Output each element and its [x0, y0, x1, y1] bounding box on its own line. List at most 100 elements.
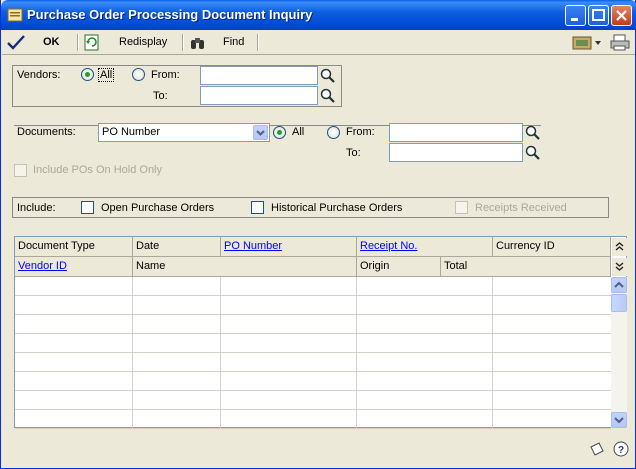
table-cell[interactable]	[133, 391, 221, 410]
vendors-from-lookup-icon[interactable]	[319, 67, 336, 84]
table-cell[interactable]	[15, 334, 133, 353]
table-cell[interactable]	[133, 315, 221, 334]
documents-to-field[interactable]	[389, 143, 523, 162]
table-cell[interactable]	[357, 296, 493, 315]
table-cell[interactable]	[15, 353, 133, 372]
double-chevron-down-icon	[615, 262, 624, 271]
table-cell[interactable]	[15, 391, 133, 410]
toolbar: OK Redisplay Find	[2, 30, 635, 55]
historical-pos-checkbox[interactable]	[251, 201, 264, 214]
table-cell[interactable]	[221, 410, 357, 429]
table-cell[interactable]	[357, 353, 493, 372]
vendors-from-label[interactable]: From:	[151, 69, 180, 81]
documents-all-label[interactable]: All	[292, 126, 304, 138]
minimize-button[interactable]	[565, 5, 586, 26]
table-cell[interactable]	[221, 353, 357, 372]
table-row[interactable]	[15, 277, 611, 296]
printer-icon	[610, 34, 630, 51]
table-cell[interactable]	[15, 296, 133, 315]
table-cell[interactable]	[357, 410, 493, 429]
find-button[interactable]: Find	[189, 34, 244, 51]
table-cell[interactable]	[221, 391, 357, 410]
table-cell[interactable]	[357, 372, 493, 391]
documents-type-select[interactable]: PO Number	[98, 123, 270, 142]
documents-to-lookup-icon[interactable]	[524, 144, 541, 161]
table-cell[interactable]	[133, 353, 221, 372]
expand-rows-button[interactable]	[612, 258, 627, 276]
column-header-receipt-no[interactable]: Receipt No.	[357, 237, 493, 257]
table-row[interactable]	[15, 315, 611, 334]
redisplay-button[interactable]: Redisplay	[84, 34, 167, 51]
table-cell[interactable]	[221, 277, 357, 296]
vendors-all-label[interactable]: All	[98, 68, 115, 82]
documents-to-label: To:	[346, 147, 361, 159]
table-cell[interactable]	[133, 277, 221, 296]
vendors-to-field[interactable]	[200, 86, 318, 105]
table-cell[interactable]	[221, 372, 357, 391]
documents-from-field[interactable]	[389, 123, 523, 142]
table-row[interactable]	[15, 334, 611, 353]
table-cell[interactable]	[221, 296, 357, 315]
table-cell[interactable]	[221, 315, 357, 334]
column-header-total[interactable]: Total	[441, 257, 611, 277]
window-title: Purchase Order Processing Document Inqui…	[27, 7, 313, 22]
table-cell[interactable]	[357, 334, 493, 353]
chevron-down-icon[interactable]	[253, 125, 268, 140]
table-cell[interactable]	[357, 391, 493, 410]
scroll-down-button[interactable]	[611, 412, 627, 428]
table-row[interactable]	[15, 296, 611, 315]
column-header-vendor-id[interactable]: Vendor ID	[15, 257, 133, 277]
title-bar[interactable]: Purchase Order Processing Document Inqui…	[1, 0, 636, 30]
include-label: Include:	[17, 202, 56, 214]
vendors-from-field[interactable]	[200, 66, 318, 85]
collapse-rows-button[interactable]	[612, 238, 627, 256]
column-header-origin[interactable]: Origin	[357, 257, 441, 277]
help-icon[interactable]: ?	[613, 441, 629, 457]
documents-from-label[interactable]: From:	[346, 126, 375, 138]
documents-from-radio[interactable]	[327, 126, 340, 139]
table-cell[interactable]	[15, 372, 133, 391]
ok-button[interactable]: OK	[6, 34, 60, 51]
column-header-date[interactable]: Date	[133, 237, 221, 257]
table-row[interactable]	[15, 410, 611, 429]
column-header-document-type[interactable]: Document Type	[15, 237, 133, 257]
table-cell[interactable]	[15, 410, 133, 429]
table-cell[interactable]	[357, 277, 493, 296]
table-cell[interactable]	[15, 315, 133, 334]
table-row[interactable]	[15, 372, 611, 391]
table-cell[interactable]	[133, 410, 221, 429]
note-icon[interactable]	[589, 441, 605, 457]
maximize-button[interactable]	[588, 5, 609, 26]
vendors-all-radio[interactable]	[81, 68, 94, 81]
table-row[interactable]	[15, 391, 611, 410]
go-to-button[interactable]	[572, 34, 602, 51]
table-cell[interactable]	[15, 277, 133, 296]
scroll-up-button[interactable]	[611, 277, 627, 293]
vendors-from-radio[interactable]	[132, 68, 145, 81]
table-cell[interactable]	[133, 372, 221, 391]
historical-pos-label[interactable]: Historical Purchase Orders	[271, 202, 402, 214]
vendors-to-lookup-icon[interactable]	[319, 87, 336, 104]
scroll-thumb[interactable]	[611, 294, 627, 312]
table-cell[interactable]	[357, 315, 493, 334]
app-icon	[7, 8, 23, 22]
table-row[interactable]	[15, 353, 611, 372]
column-header-currency-id[interactable]: Currency ID	[493, 237, 611, 257]
close-button[interactable]	[611, 5, 632, 26]
column-header-po-number[interactable]: PO Number	[221, 237, 357, 257]
open-pos-label[interactable]: Open Purchase Orders	[101, 202, 214, 214]
redisplay-icon	[84, 34, 99, 51]
print-button[interactable]	[610, 34, 630, 51]
svg-text:?: ?	[618, 445, 624, 456]
open-pos-checkbox[interactable]	[81, 201, 94, 214]
vertical-scrollbar[interactable]	[611, 277, 627, 428]
receipts-received-checkbox[interactable]	[455, 201, 468, 214]
column-header-name[interactable]: Name	[133, 257, 357, 277]
documents-all-radio[interactable]	[273, 126, 286, 139]
table-cell[interactable]	[133, 334, 221, 353]
minimize-icon	[571, 18, 578, 21]
table-cell[interactable]	[221, 334, 357, 353]
hold-only-checkbox[interactable]	[14, 164, 27, 177]
table-cell[interactable]	[133, 296, 221, 315]
documents-from-lookup-icon[interactable]	[524, 124, 541, 141]
